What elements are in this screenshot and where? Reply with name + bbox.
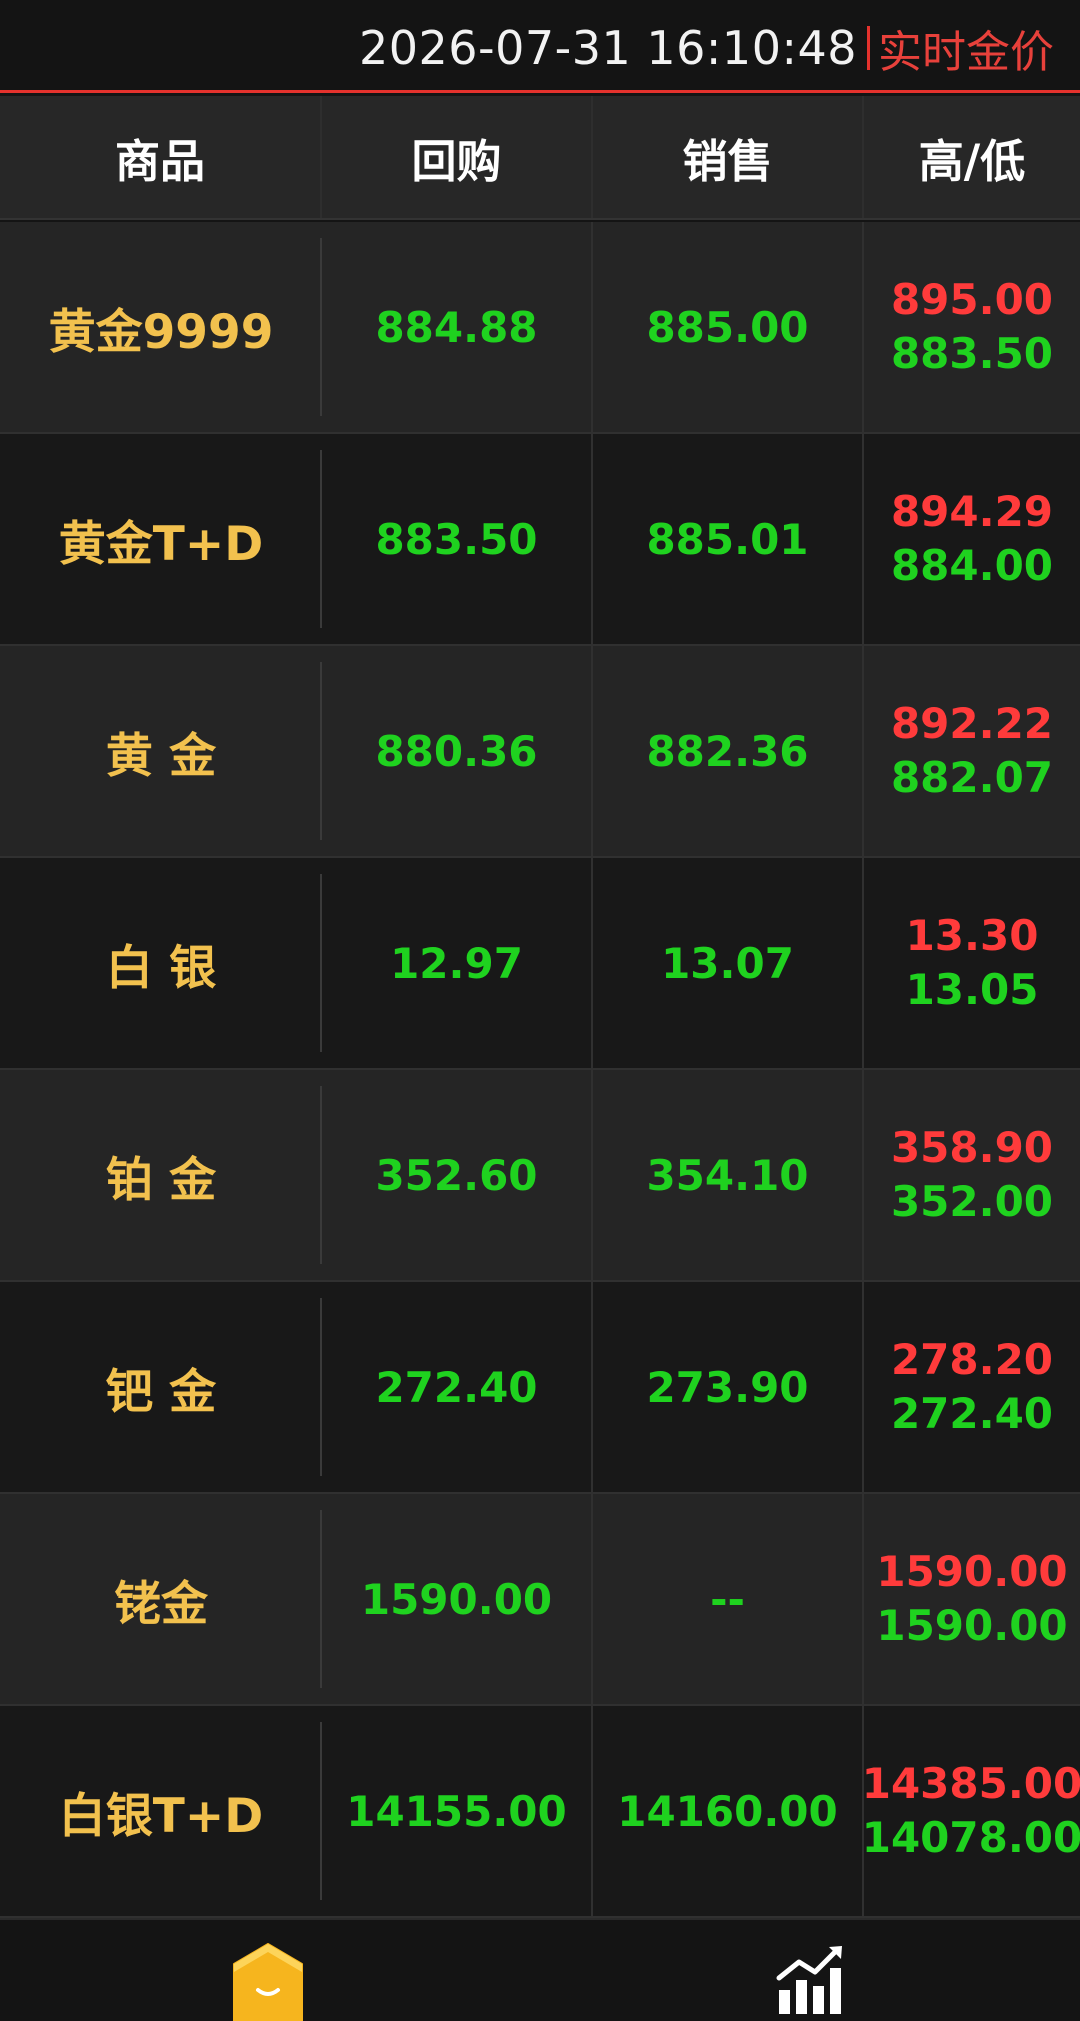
buyback-price: 14155.00 — [322, 1706, 593, 1916]
buyback-price: 12.97 — [322, 858, 593, 1068]
page: 2026-07-31 16:10:48 实时金价 商品 回购 销售 高/低 黄金… — [0, 0, 1080, 2021]
table-row[interactable]: 黄 金 880.36 882.36 892.22 882.07 — [0, 646, 1080, 858]
high-price: 892.22 — [890, 699, 1054, 748]
chart-icon — [776, 1946, 842, 2014]
high-price: 278.20 — [890, 1335, 1054, 1384]
high-low: 278.20 272.40 — [864, 1282, 1080, 1492]
product-name: 白 银 — [0, 858, 322, 1068]
product-name: 钯 金 — [0, 1282, 322, 1492]
price-table: 黄金9999 884.88 885.00 895.00 883.50 黄金T+D… — [0, 222, 1080, 1918]
sell-price: 885.00 — [593, 222, 864, 432]
product-name: 黄 金 — [0, 646, 322, 856]
bottom-nav — [0, 1918, 1080, 2021]
column-header-sell: 销售 — [593, 96, 864, 218]
sell-price: 354.10 — [593, 1070, 864, 1280]
table-row[interactable]: 铂 金 352.60 354.10 358.90 352.00 — [0, 1070, 1080, 1282]
table-header: 商品 回购 销售 高/低 — [0, 96, 1080, 220]
product-name: 白银T+D — [0, 1706, 322, 1916]
sell-price: 14160.00 — [593, 1706, 864, 1916]
low-price: 272.40 — [890, 1389, 1054, 1438]
product-name: 铂 金 — [0, 1070, 322, 1280]
buyback-price: 272.40 — [322, 1282, 593, 1492]
buyback-price: 884.88 — [322, 222, 593, 432]
sell-price: 882.36 — [593, 646, 864, 856]
table-row[interactable]: 黄金T+D 883.50 885.01 894.29 884.00 — [0, 434, 1080, 646]
column-header-buyback: 回购 — [322, 96, 593, 218]
high-price: 895.00 — [890, 275, 1054, 324]
table-row[interactable]: 白 银 12.97 13.07 13.30 13.05 — [0, 858, 1080, 1070]
table-row[interactable]: 铑金 1590.00 -- 1590.00 1590.00 — [0, 1494, 1080, 1706]
high-low: 13.30 13.05 — [864, 858, 1080, 1068]
top-bar: 2026-07-31 16:10:48 实时金价 — [0, 0, 1080, 93]
product-name: 铑金 — [0, 1494, 322, 1704]
buyback-price: 1590.00 — [322, 1494, 593, 1704]
high-low: 358.90 352.00 — [864, 1070, 1080, 1280]
table-row[interactable]: 钯 金 272.40 273.90 278.20 272.40 — [0, 1282, 1080, 1494]
low-price: 352.00 — [890, 1177, 1054, 1226]
buyback-price: 352.60 — [322, 1070, 593, 1280]
low-price: 884.00 — [890, 541, 1054, 590]
buyback-price: 880.36 — [322, 646, 593, 856]
high-low: 1590.00 1590.00 — [864, 1494, 1080, 1704]
buyback-price: 883.50 — [322, 434, 593, 644]
sell-price: 885.01 — [593, 434, 864, 644]
sell-price: 13.07 — [593, 858, 864, 1068]
table-row[interactable]: 黄金9999 884.88 885.00 895.00 883.50 — [0, 222, 1080, 434]
low-price: 882.07 — [890, 753, 1054, 802]
low-price: 13.05 — [905, 965, 1039, 1014]
product-name: 黄金T+D — [0, 434, 322, 644]
low-price: 1590.00 — [876, 1601, 1068, 1650]
nav-chart-button[interactable] — [775, 1944, 845, 2016]
home-icon — [233, 1943, 303, 2021]
high-price: 13.30 — [905, 911, 1039, 960]
high-price: 1590.00 — [876, 1547, 1068, 1596]
high-low: 894.29 884.00 — [864, 434, 1080, 644]
page-title: 实时金价 — [878, 27, 1054, 78]
table-row[interactable]: 白银T+D 14155.00 14160.00 14385.00 14078.0… — [0, 1706, 1080, 1918]
high-low: 895.00 883.50 — [864, 222, 1080, 432]
high-price: 894.29 — [890, 487, 1054, 536]
nav-home-button[interactable] — [232, 1942, 304, 2021]
sell-price: -- — [593, 1494, 864, 1704]
product-name: 黄金9999 — [0, 222, 322, 432]
column-header-high-low: 高/低 — [918, 134, 1026, 188]
high-price: 358.90 — [890, 1123, 1054, 1172]
high-low: 14385.00 14078.00 — [861, 1706, 1080, 1916]
low-price: 14078.00 — [861, 1813, 1080, 1862]
high-price: 14385.00 — [861, 1759, 1080, 1808]
high-low: 892.22 882.07 — [864, 646, 1080, 856]
column-header-product: 商品 — [0, 96, 322, 218]
top-bar-content: 2026-07-31 16:10:48 实时金价 — [358, 20, 1054, 78]
low-price: 883.50 — [890, 329, 1054, 378]
datetime: 2026-07-31 16:10:48 — [358, 21, 857, 75]
title-separator — [867, 26, 870, 70]
sell-price: 273.90 — [593, 1282, 864, 1492]
